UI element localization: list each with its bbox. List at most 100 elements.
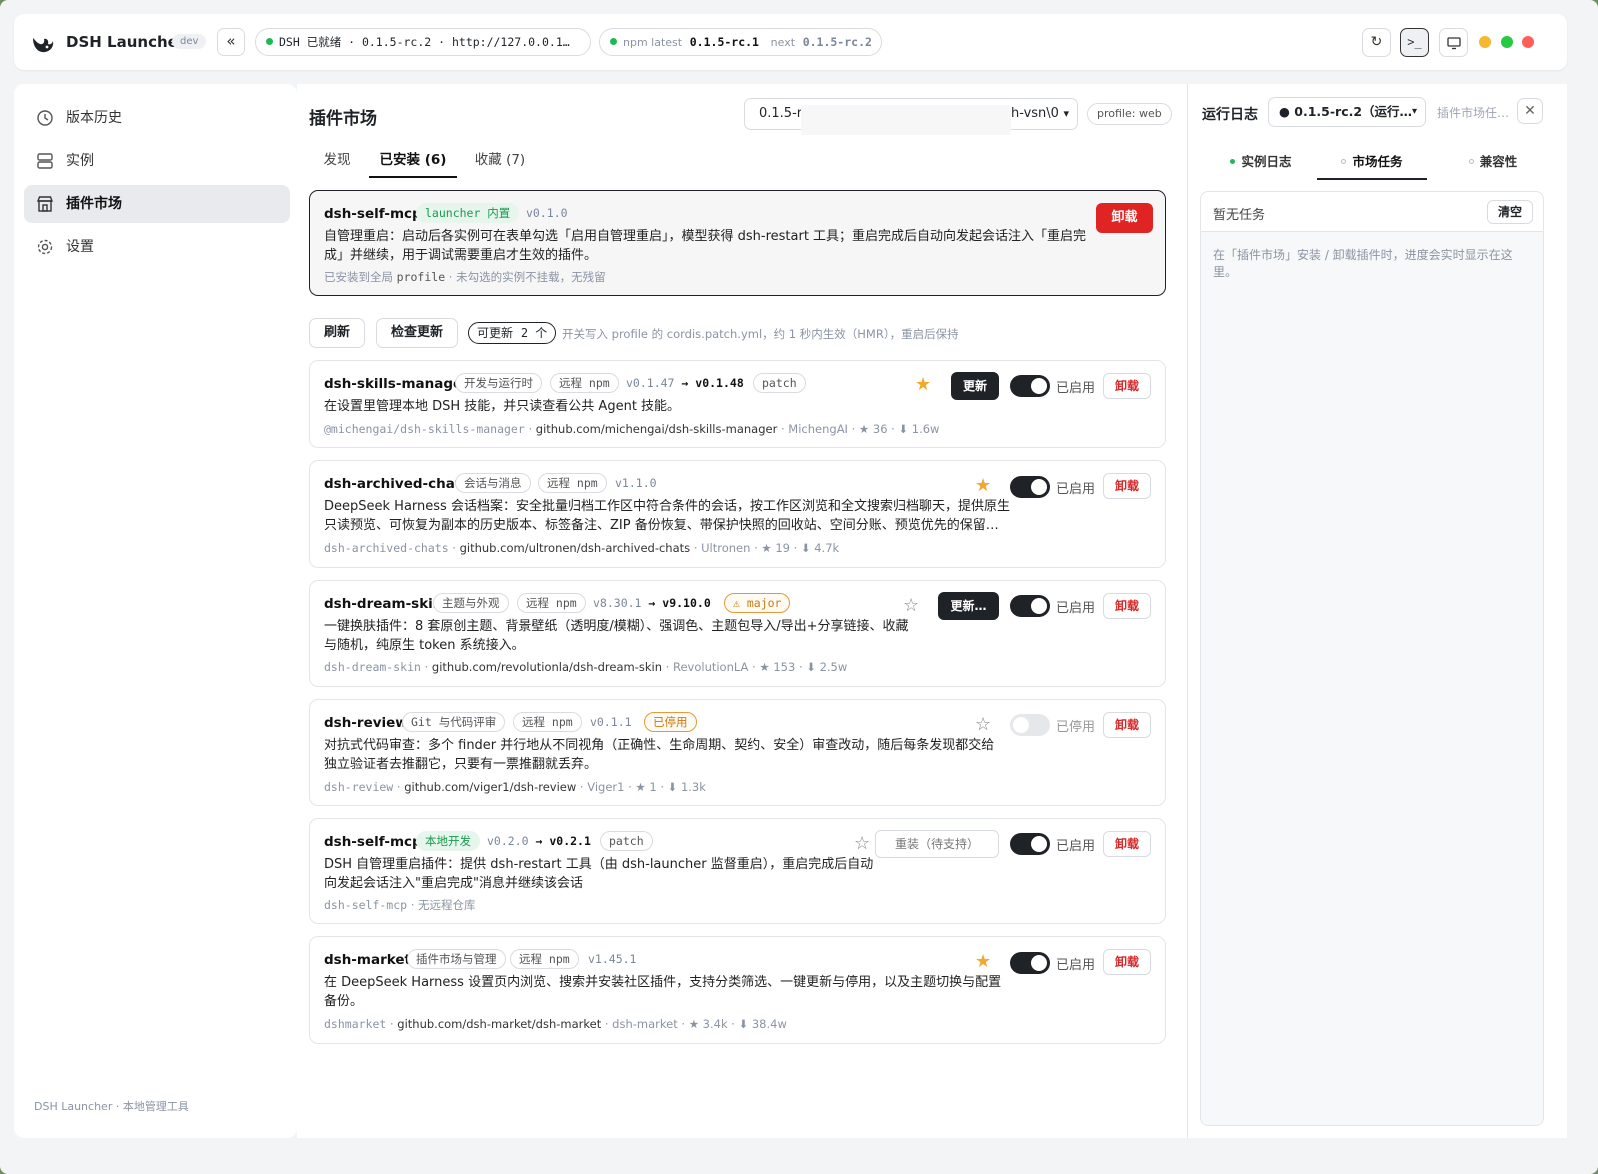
terminal-button[interactable]: >_ — [1400, 28, 1429, 57]
refresh-list-button[interactable]: 刷新 — [309, 318, 365, 348]
tab-compatibility[interactable]: 兼容性 — [1438, 150, 1548, 180]
uninstall-button[interactable]: 卸载 — [1103, 949, 1151, 975]
monitor-icon — [1446, 37, 1461, 50]
source-tag: 远程 npm — [538, 473, 607, 493]
collapse-sidebar-button[interactable]: « — [217, 28, 245, 56]
close-panel-button[interactable]: ✕ — [1517, 98, 1543, 124]
sidebar-item-history[interactable]: 版本历史 — [24, 99, 290, 137]
check-updates-button[interactable]: 检查更新 — [376, 318, 458, 348]
source-tag: 远程 npm — [550, 373, 619, 393]
reinstall-button[interactable]: 重装（待支持） — [875, 830, 999, 858]
tab-discover[interactable]: 发现 — [309, 142, 365, 178]
maximize-button[interactable] — [1501, 36, 1513, 48]
task-label: 插件市场任… — [1437, 106, 1510, 120]
profile-tag: profile: web — [1087, 103, 1172, 125]
uninstall-button[interactable]: 卸载 — [1103, 593, 1151, 619]
instance-select[interactable]: ● 0.1.5-rc.2（运行… ▾ — [1268, 97, 1426, 127]
plugin-description: DSH 自管理重启插件：提供 dsh-restart 工具（由 dsh-laun… — [324, 857, 874, 872]
favorite-star-icon[interactable]: ☆ — [903, 597, 919, 615]
refresh-button[interactable]: ↻ — [1362, 28, 1391, 57]
task-list: 暂无任务 清空 在「插件市场」安装 / 卸载插件时，进度会实时显示在这里。 — [1200, 191, 1544, 1126]
favorite-star-icon[interactable]: ★ — [915, 376, 931, 394]
enable-toggle[interactable] — [1010, 476, 1050, 498]
gear-icon — [37, 239, 53, 255]
npm-dot-icon — [610, 38, 617, 45]
clear-tasks-button[interactable]: 清空 — [1486, 200, 1533, 224]
uninstall-button[interactable]: 卸载 — [1103, 712, 1151, 738]
uninstall-button[interactable]: 卸载 — [1096, 203, 1153, 233]
toggle-label: 已启用 — [1056, 601, 1096, 616]
app-window: DSH Launcher dev « DSH 已就绪 · 0.1.5-rc.2 … — [0, 0, 1598, 1174]
source-tag: 远程 npm — [510, 949, 579, 969]
category-tag: 会话与消息 — [455, 473, 531, 493]
favorite-star-icon[interactable]: ☆ — [975, 716, 991, 734]
status-pill[interactable]: DSH 已就绪 · 0.1.5-rc.2 · http://127.0.0.1… — [255, 28, 591, 56]
repo-link[interactable]: github.com/michengai/dsh-skills-manager — [536, 422, 778, 436]
source-tag: 远程 npm — [513, 712, 582, 732]
toggle-label: 已停用 — [1056, 720, 1096, 735]
uninstall-button[interactable]: 卸载 — [1103, 373, 1151, 399]
uninstall-button[interactable]: 卸载 — [1103, 473, 1151, 499]
favorite-star-icon[interactable]: ★ — [975, 953, 991, 971]
tab-favorites[interactable]: 收藏 (7) — [467, 142, 533, 178]
task-list-header: 暂无任务 清空 — [1201, 192, 1543, 232]
category-tag: Git 与代码评审 — [402, 712, 506, 732]
sidebar-item-settings[interactable]: 设置 — [24, 228, 290, 266]
env-badge: dev — [172, 34, 207, 49]
plugin-meta: dsh-self-mcp · 无远程仓库 — [324, 897, 476, 913]
enable-toggle[interactable] — [1010, 714, 1050, 736]
repo-link[interactable]: github.com/dsh-market/dsh-market — [397, 1017, 601, 1031]
from-version: v0.1.47 — [626, 376, 675, 390]
update-button[interactable]: 更新… — [938, 592, 999, 620]
close-window-button[interactable] — [1522, 36, 1534, 48]
repo-link[interactable]: github.com/ultronen/dsh-archived-chats — [460, 541, 691, 555]
package-name: dsh-archived-chats — [324, 541, 449, 555]
store-icon — [36, 196, 54, 212]
enable-toggle[interactable] — [1010, 952, 1050, 974]
favorite-star-icon[interactable]: ★ — [975, 477, 991, 495]
update-button[interactable]: 更新 — [951, 372, 999, 400]
sidebar-item-label: 实例 — [66, 153, 94, 169]
uninstall-button[interactable]: 卸载 — [1103, 831, 1151, 857]
tab-market-tasks[interactable]: 市场任务 — [1317, 150, 1427, 180]
install-scope-suffix: · 未勾选的实例不挂载，无残留 — [448, 270, 606, 284]
plugin-card: dsh-market 插件市场与管理 远程 npm v1.45.1 在 Deep… — [309, 936, 1166, 1044]
repo-link[interactable]: github.com/viger1/dsh-review — [404, 780, 576, 794]
enable-toggle[interactable] — [1010, 833, 1050, 855]
sidebar-item-label: 设置 — [66, 239, 94, 255]
category-tag: 本地开发 — [416, 831, 480, 851]
enable-toggle[interactable] — [1010, 595, 1050, 617]
enable-toggle[interactable] — [1010, 375, 1050, 397]
minimize-button[interactable] — [1479, 36, 1491, 48]
plugin-card: dsh-review Git 与代码评审 远程 npm v0.1.1 已停用 对… — [309, 699, 1166, 806]
status-dot-icon — [1341, 159, 1347, 164]
updatable-filter-pill[interactable]: 可更新 2 个 — [468, 322, 557, 344]
whale-logo-icon — [33, 38, 54, 53]
sidebar-item-instances[interactable]: 实例 — [24, 142, 290, 180]
monitor-button[interactable] — [1439, 28, 1468, 57]
plugin-name: dsh-market — [324, 952, 411, 968]
sidebar-item-plugin-market[interactable]: 插件市场 — [24, 185, 290, 223]
repo-link[interactable]: github.com/revolutionla/dsh-dream-skin — [432, 660, 662, 674]
plugin-description-2: 备份。 — [324, 994, 364, 1009]
favorite-star-icon[interactable]: ☆ — [854, 835, 870, 853]
to-version: v0.2.1 — [549, 834, 591, 848]
version-change: v0.2.0 → v0.2.1 — [487, 834, 591, 848]
toggle-hint: 开关写入 profile 的 cordis.patch.yml，约 1 秒内生效… — [562, 327, 959, 341]
sidebar: 版本历史 实例 插件市场 设置 DSH Launcher · 本地管理工具 — [14, 84, 297, 1138]
package-name: dsh-review — [324, 780, 394, 794]
tab-label: 实例日志 — [1241, 154, 1292, 169]
major-warning-tag: ⚠ major — [724, 593, 791, 613]
to-version: v0.1.48 — [695, 376, 744, 390]
log-panel: 运行日志 ● 0.1.5-rc.2（运行… ▾ 插件市场任… ✕ 实例日志 市场… — [1187, 84, 1567, 1138]
plugin-meta: dsh-review · github.com/viger1/dsh-revie… — [324, 780, 706, 794]
tab-installed[interactable]: 已安装 (6) — [369, 142, 457, 178]
app-title: DSH Launcher — [66, 33, 186, 51]
npm-version-pill[interactable]: npm latest 0.1.5-rc.1 next 0.1.5-rc.2 — [599, 28, 882, 56]
toggle-label: 已启用 — [1056, 482, 1096, 497]
tab-instance-log[interactable]: 实例日志 — [1202, 150, 1320, 180]
profile-select[interactable]: 0.1.5-rc h-vsn\0 ▾ — [744, 98, 1078, 135]
category-tag: 插件市场与管理 — [407, 949, 506, 969]
package-name: dshmarket — [324, 1017, 387, 1031]
tasks-hint: 在「插件市场」安装 / 卸载插件时，进度会实时显示在这里。 — [1213, 248, 1513, 279]
